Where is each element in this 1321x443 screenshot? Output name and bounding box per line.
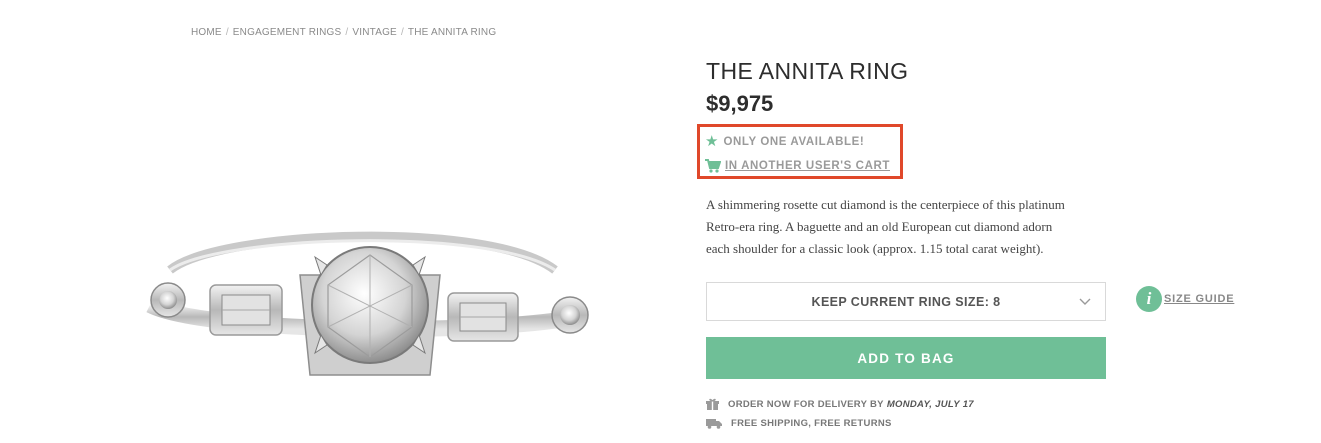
product-description: A shimmering rosette cut diamond is the … [706, 197, 1065, 256]
delivery-prefix: ORDER NOW FOR DELIVERY BY [728, 399, 884, 410]
star-icon: ★ [705, 133, 719, 150]
free-shipping-text: FREE SHIPPING, FREE RETURNS [731, 418, 892, 429]
cart-status-link[interactable]: IN ANOTHER USER'S CART [705, 159, 890, 173]
truck-icon [706, 419, 722, 429]
breadcrumb-separator: / [345, 27, 349, 38]
free-shipping-info: FREE SHIPPING, FREE RETURNS [706, 418, 892, 429]
breadcrumb-engagement-rings[interactable]: ENGAGEMENT RINGS [233, 27, 342, 38]
breadcrumb-home[interactable]: HOME [191, 27, 222, 38]
breadcrumb-separator: / [225, 27, 229, 38]
product-image[interactable] [130, 175, 610, 430]
add-to-bag-button[interactable]: ADD TO BAG [706, 337, 1106, 379]
gift-icon [706, 398, 719, 410]
availability-notice: ★ ONLY ONE AVAILABLE! [705, 134, 864, 149]
ring-size-select[interactable]: KEEP CURRENT RING SIZE: 8 [706, 282, 1106, 321]
cart-icon [705, 159, 721, 173]
breadcrumb-vintage[interactable]: VINTAGE [352, 27, 397, 38]
product-title: THE ANNITA RING [706, 58, 909, 84]
size-guide-link[interactable]: i SIZE GUIDE [1136, 286, 1234, 312]
chevron-down-icon [1079, 298, 1091, 305]
size-guide-label[interactable]: SIZE GUIDE [1164, 293, 1234, 305]
delivery-date: MONDAY, JULY 17 [886, 399, 974, 410]
breadcrumb: HOME / ENGAGEMENT RINGS / VINTAGE / THE ANNITA… [191, 27, 496, 38]
delivery-info: ORDER NOW FOR DELIVERY BY MONDAY, JULY 1… [706, 398, 974, 411]
info-icon: i [1136, 286, 1162, 312]
availability-text: ONLY ONE AVAILABLE! [723, 135, 865, 148]
cart-status-text[interactable]: IN ANOTHER USER'S CART [725, 160, 890, 172]
breadcrumb-separator: / [400, 27, 404, 38]
breadcrumb-current[interactable]: THE ANNITA RING [408, 27, 496, 38]
product-price: $9,975 [706, 91, 774, 116]
ring-size-label: KEEP CURRENT RING SIZE: 8 [811, 294, 1001, 309]
